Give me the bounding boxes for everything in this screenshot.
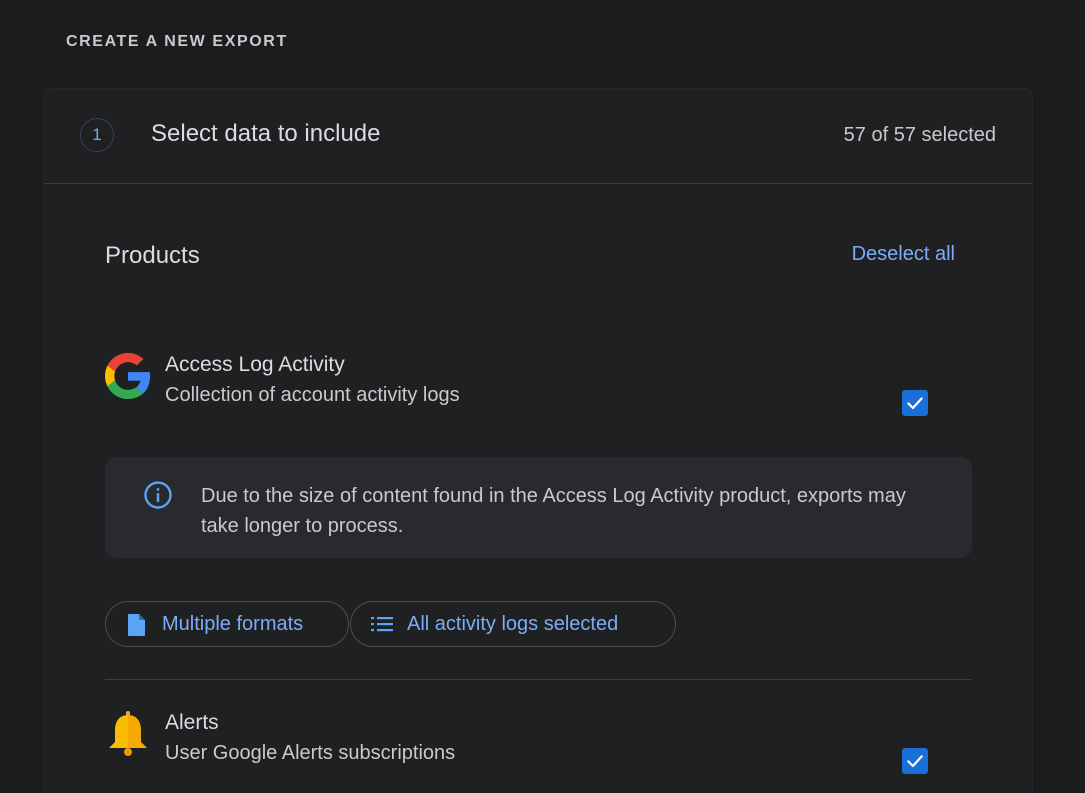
step-title: Select data to include [151, 120, 381, 147]
product-row-alerts: Alerts User Google Alerts subscriptions [105, 711, 972, 774]
product-row-access-log-activity: Access Log Activity Collection of accoun… [105, 353, 972, 416]
chip-label: All activity logs selected [407, 613, 619, 635]
product-checkbox[interactable] [902, 390, 928, 416]
selected-count: 57 of 57 selected [843, 124, 996, 146]
google-g-icon [105, 353, 151, 399]
product-description: User Google Alerts subscriptions [165, 742, 456, 764]
product-name: Access Log Activity [165, 353, 345, 376]
list-icon [371, 617, 393, 632]
step-header[interactable]: 1 Select data to include 57 of 57 select… [44, 89, 1032, 184]
notice-text: Due to the size of content found in the … [201, 485, 906, 537]
export-step-card: 1 Select data to include 57 of 57 select… [43, 88, 1033, 793]
file-icon [128, 614, 145, 636]
product-checkbox[interactable] [902, 748, 928, 774]
section-heading: CREATE A NEW EXPORT [66, 33, 288, 50]
multiple-formats-chip[interactable]: Multiple formats [105, 601, 349, 647]
bell-icon [109, 711, 147, 756]
checkmark-icon [907, 397, 923, 410]
info-icon [144, 481, 172, 509]
product-divider [105, 679, 972, 680]
activity-logs-chip[interactable]: All activity logs selected [350, 601, 676, 647]
size-notice: Due to the size of content found in the … [105, 457, 972, 558]
checkmark-icon [907, 755, 923, 768]
product-name: Alerts [165, 711, 219, 734]
chip-label: Multiple formats [162, 613, 304, 635]
export-page: CREATE A NEW EXPORT 1 Select data to inc… [0, 0, 1085, 793]
product-description: Collection of account activity logs [165, 384, 460, 406]
products-title: Products [105, 242, 200, 269]
step-number-badge: 1 [80, 118, 114, 152]
deselect-all-button[interactable]: Deselect all [852, 243, 955, 266]
